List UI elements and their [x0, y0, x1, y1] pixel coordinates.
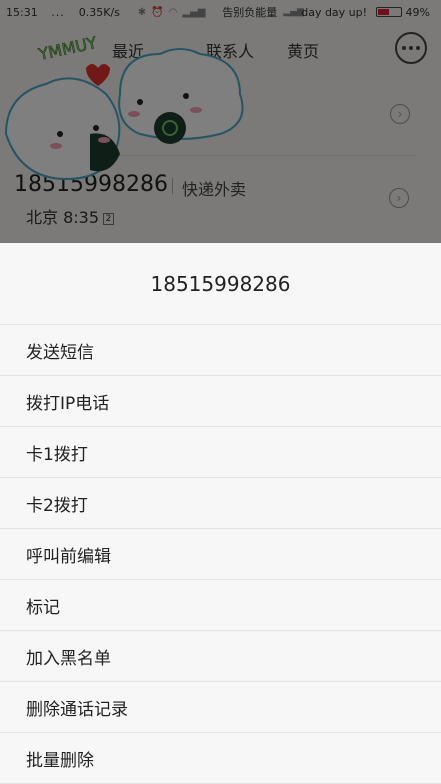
menu-call-sim1[interactable]: 卡1拨打	[0, 427, 441, 478]
action-sheet: 18515998286 发送短信 拨打IP电话 卡1拨打 卡2拨打 呼叫前编辑 …	[0, 243, 441, 784]
action-sheet-title: 18515998286	[0, 243, 441, 325]
menu-call-sim2[interactable]: 卡2拨打	[0, 478, 441, 529]
menu-delete-call-log[interactable]: 删除通话记录	[0, 682, 441, 733]
menu-ip-call[interactable]: 拨打IP电话	[0, 376, 441, 427]
menu-mark[interactable]: 标记	[0, 580, 441, 631]
call-log-background: 15:31 ... 0.35K/s ✱ ⏰ ◠ ▂▄▆ 告别负能量 ▂▄▆ da…	[0, 0, 441, 243]
modal-overlay[interactable]	[0, 0, 441, 243]
menu-batch-delete[interactable]: 批量删除	[0, 733, 441, 784]
menu-send-sms[interactable]: 发送短信	[0, 325, 441, 376]
menu-add-blacklist[interactable]: 加入黑名单	[0, 631, 441, 682]
menu-edit-before-call[interactable]: 呼叫前编辑	[0, 529, 441, 580]
